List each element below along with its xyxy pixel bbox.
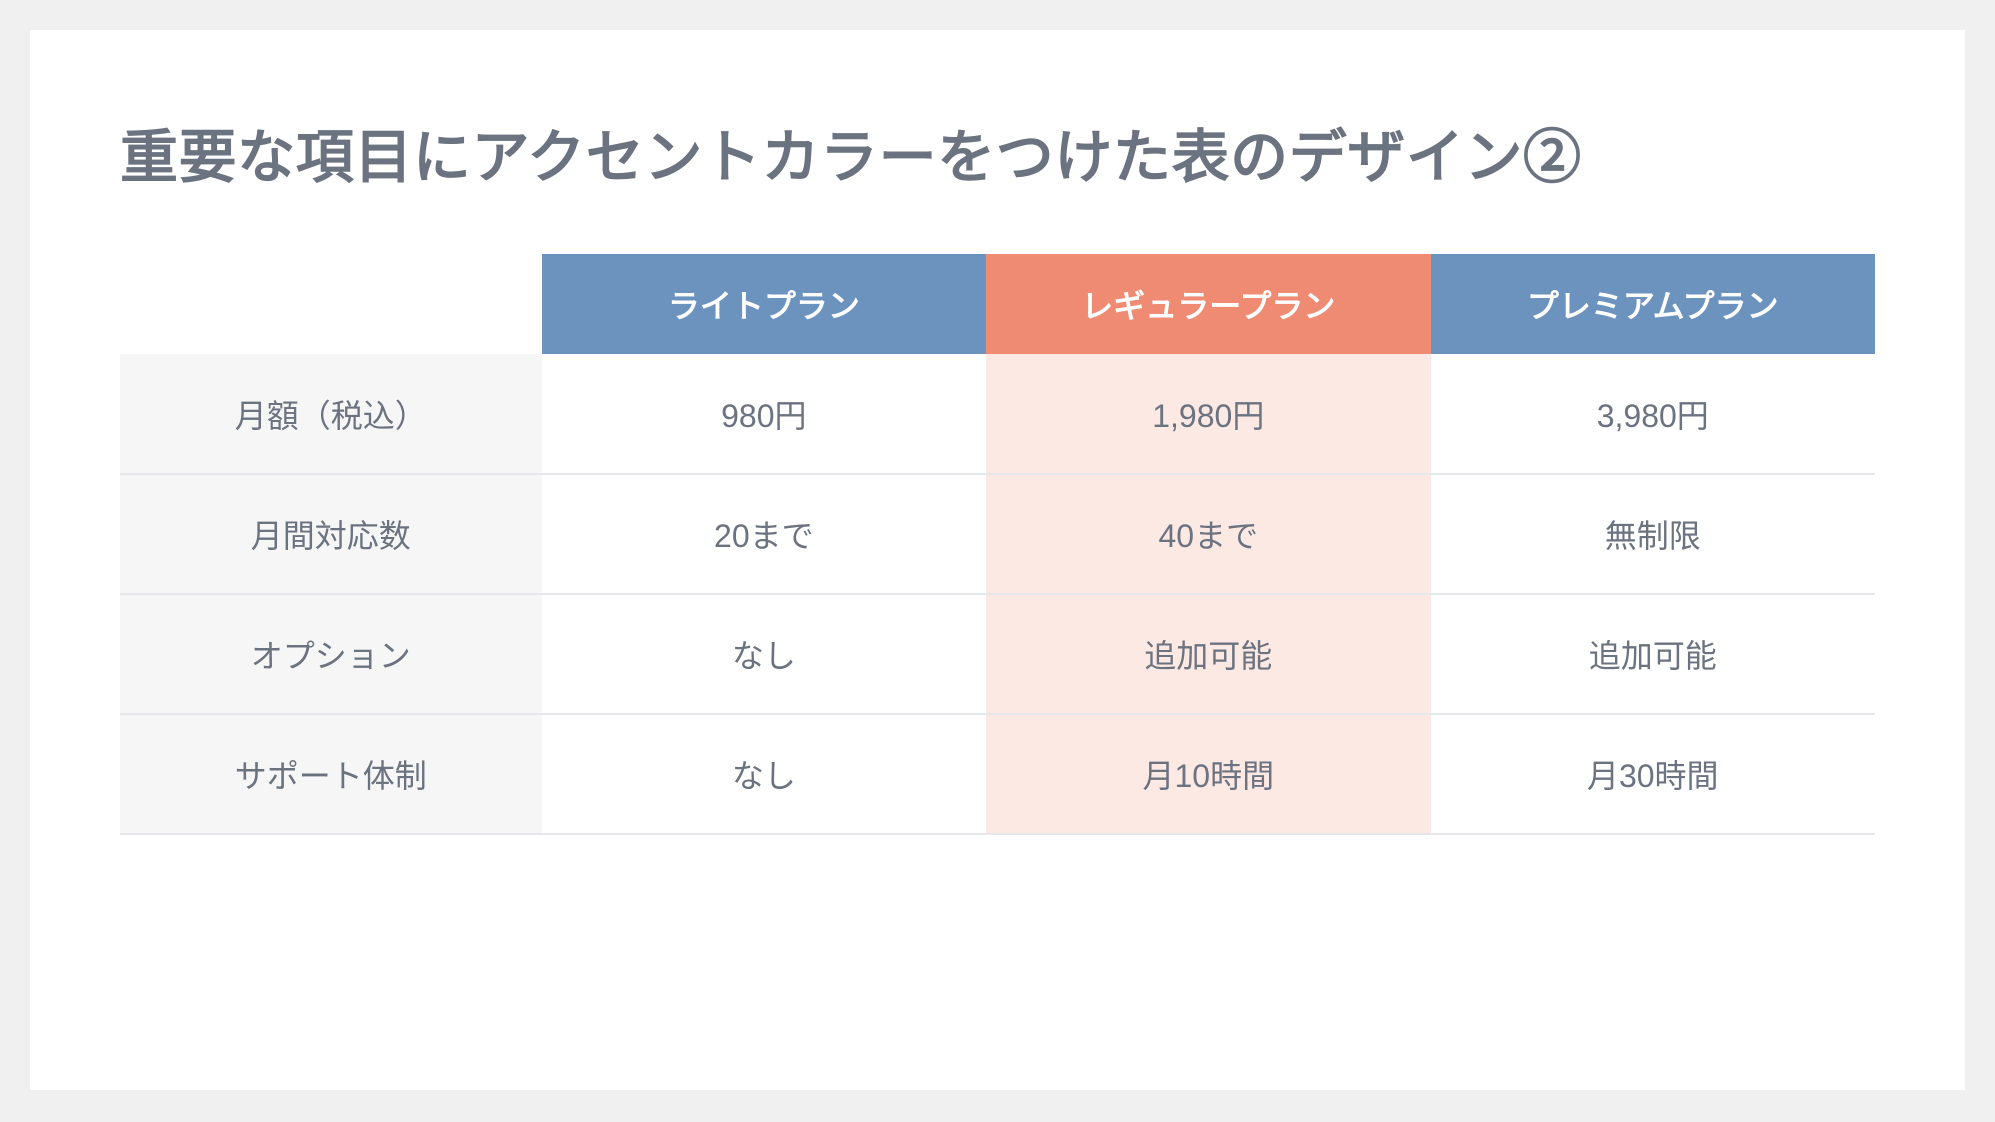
- cell: なし: [542, 714, 986, 834]
- page-title: 重要な項目にアクセントカラーをつけた表のデザイン②: [120, 110, 1875, 194]
- plan-header-premium: プレミアムプラン: [1431, 254, 1875, 354]
- slide: 重要な項目にアクセントカラーをつけた表のデザイン② ライトプラン レギュラープラ…: [30, 30, 1965, 1090]
- table-row: オプション なし 追加可能 追加可能: [120, 594, 1875, 714]
- pricing-table: ライトプラン レギュラープラン プレミアムプラン 月額（税込） 980円 1,9…: [120, 254, 1875, 835]
- table-corner-cell: [120, 254, 542, 354]
- table-row: 月間対応数 20まで 40まで 無制限: [120, 474, 1875, 594]
- cell: 3,980円: [1431, 354, 1875, 474]
- cell: 月10時間: [986, 714, 1430, 834]
- cell: 無制限: [1431, 474, 1875, 594]
- cell: 20まで: [542, 474, 986, 594]
- cell: 追加可能: [986, 594, 1430, 714]
- plan-header-light: ライトプラン: [542, 254, 986, 354]
- cell: なし: [542, 594, 986, 714]
- row-label: 月額（税込）: [120, 354, 542, 474]
- table-header-row: ライトプラン レギュラープラン プレミアムプラン: [120, 254, 1875, 354]
- row-label: 月間対応数: [120, 474, 542, 594]
- cell: 980円: [542, 354, 986, 474]
- plan-header-regular: レギュラープラン: [986, 254, 1430, 354]
- row-label: オプション: [120, 594, 542, 714]
- row-label: サポート体制: [120, 714, 542, 834]
- cell: 40まで: [986, 474, 1430, 594]
- cell: 追加可能: [1431, 594, 1875, 714]
- cell: 1,980円: [986, 354, 1430, 474]
- table-row: サポート体制 なし 月10時間 月30時間: [120, 714, 1875, 834]
- table-row: 月額（税込） 980円 1,980円 3,980円: [120, 354, 1875, 474]
- cell: 月30時間: [1431, 714, 1875, 834]
